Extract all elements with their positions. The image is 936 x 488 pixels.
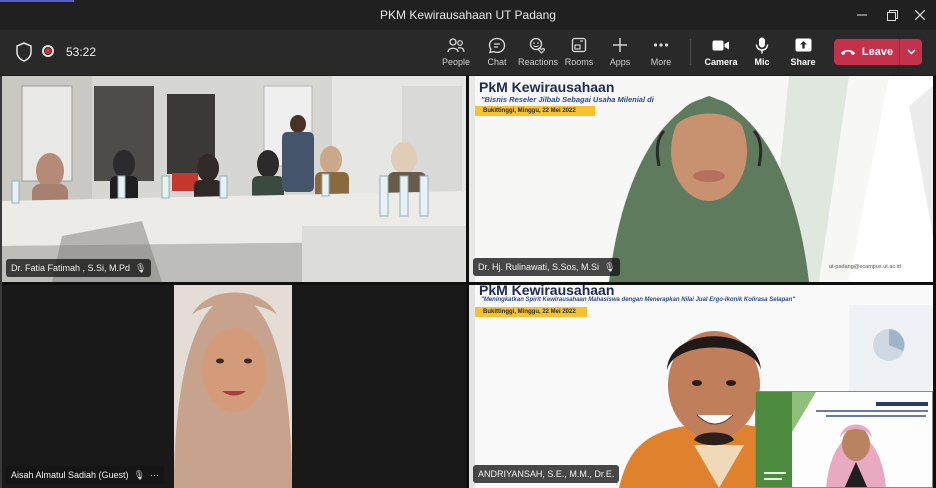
minimize-button[interactable] [848,4,876,26]
meeting-timer: 53:22 [66,45,97,59]
participant-nametag: Aisah Almatul Sadiah (Guest) 🎙 ··· [6,466,164,484]
people-icon [447,38,465,53]
record-icon [42,45,54,57]
leave-button[interactable]: Leave [834,39,922,65]
participant-more-button[interactable]: ··· [150,470,159,480]
video-tile-fatia[interactable]: Dr. Fatia Fatimah , S.Si, M.Pd 🎙 [2,76,466,282]
chat-label: Chat [487,57,507,67]
video-feed [174,285,292,488]
share-button[interactable]: Share [788,36,818,72]
participant-nametag: Dr. Hj. Rulinawati, S.Sos, M.Si 🎙 [473,258,621,276]
rooms-button[interactable]: Rooms [564,36,594,72]
reactions-button[interactable]: Reactions [518,36,558,72]
video-tile-andriyansah[interactable]: PkM Kewirausahaan "Meningkatkan Spirit K… [469,285,933,488]
slide-footer: ut-padang@ecampus.ut.ac.id [829,264,901,270]
video-feed [2,76,466,282]
window-title: PKM Kewirausahaan UT Padang [380,8,556,22]
leave-label: Leave [861,46,894,58]
slide-date-bar: Bukittinggi, Minggu, 22 Mei 2022 [475,307,587,317]
camera-icon [712,40,729,50]
participant-nametag: Dr. Fatia Fatimah , S.Si, M.Pd 🎙 [6,259,152,277]
chevron-down-icon [907,49,915,55]
title-accent [0,0,74,2]
people-button[interactable]: People [440,36,472,72]
share-icon [795,38,811,52]
apps-icon [613,38,627,52]
slide-title: PkM Kewirausahaan [479,79,615,95]
participant-name: Dr. Fatia Fatimah , S.Si, M.Pd [11,263,131,273]
people-label: People [441,57,471,67]
mic-button[interactable]: Mic [748,36,776,72]
self-view-feed [756,392,932,487]
mic-label: Mic [754,57,770,67]
shield-icon[interactable] [16,42,32,62]
slide-subtitle: "Bisnis Reseler Jilbab Sebagai Usaha Mil… [481,95,654,104]
more-icon [653,43,669,47]
video-tile-aisah[interactable]: Aisah Almatul Sadiah (Guest) 🎙 ··· [2,285,466,488]
chat-button[interactable]: Chat [482,36,512,72]
participant-name: ANDRIYANSAH, S.E., M.M., Dr.E. [478,469,615,479]
close-window-button[interactable] [906,4,934,26]
leave-options-button[interactable] [900,49,922,55]
hangup-icon [840,50,855,55]
reactions-label: Reactions [517,57,559,67]
mic-off-icon: 🎙 [604,261,616,272]
chat-icon [488,37,506,53]
participant-nametag: ANDRIYANSAH, S.E., M.M., Dr.E. [473,465,620,483]
apps-button[interactable]: Apps [605,36,635,72]
self-view-thumbnail[interactable] [755,391,933,488]
slide-date-bar: Bukittinggi, Minggu, 22 Mei 2022 [475,106,595,116]
camera-label: Camera [704,57,738,67]
participant-name: Aisah Almatul Sadiah (Guest) [11,470,129,480]
title-bar: PKM Kewirausahaan UT Padang [0,0,936,30]
maximize-button[interactable] [878,4,906,26]
participant-name: Dr. Hj. Rulinawati, S.Sos, M.Si [478,262,600,272]
toolbar-divider [690,39,691,65]
video-tile-rulinawati[interactable]: PkM Kewirausahaan "Bisnis Reseler Jilbab… [469,76,933,282]
rooms-label: Rooms [564,57,594,67]
minimize-icon [857,14,867,16]
close-icon [915,10,925,20]
share-label: Share [790,57,816,67]
more-label: More [650,57,672,67]
maximize-icon [886,9,898,21]
apps-label: Apps [609,57,631,67]
reactions-icon [529,37,545,54]
leave-main[interactable]: Leave [834,46,899,58]
slide-subtitle: "Meningkatkan Spirit Kewirausahaan Mahas… [481,297,796,303]
camera-button[interactable]: Camera [704,36,738,72]
more-button[interactable]: More [646,36,676,72]
mic-off-icon: 🎙 [135,262,147,273]
mic-icon [755,37,769,53]
mic-off-icon: 🎙 [133,469,145,480]
rooms-icon [571,37,587,53]
meeting-toolbar: 53:22 People Chat Reactions Rooms Apps M… [0,30,936,76]
